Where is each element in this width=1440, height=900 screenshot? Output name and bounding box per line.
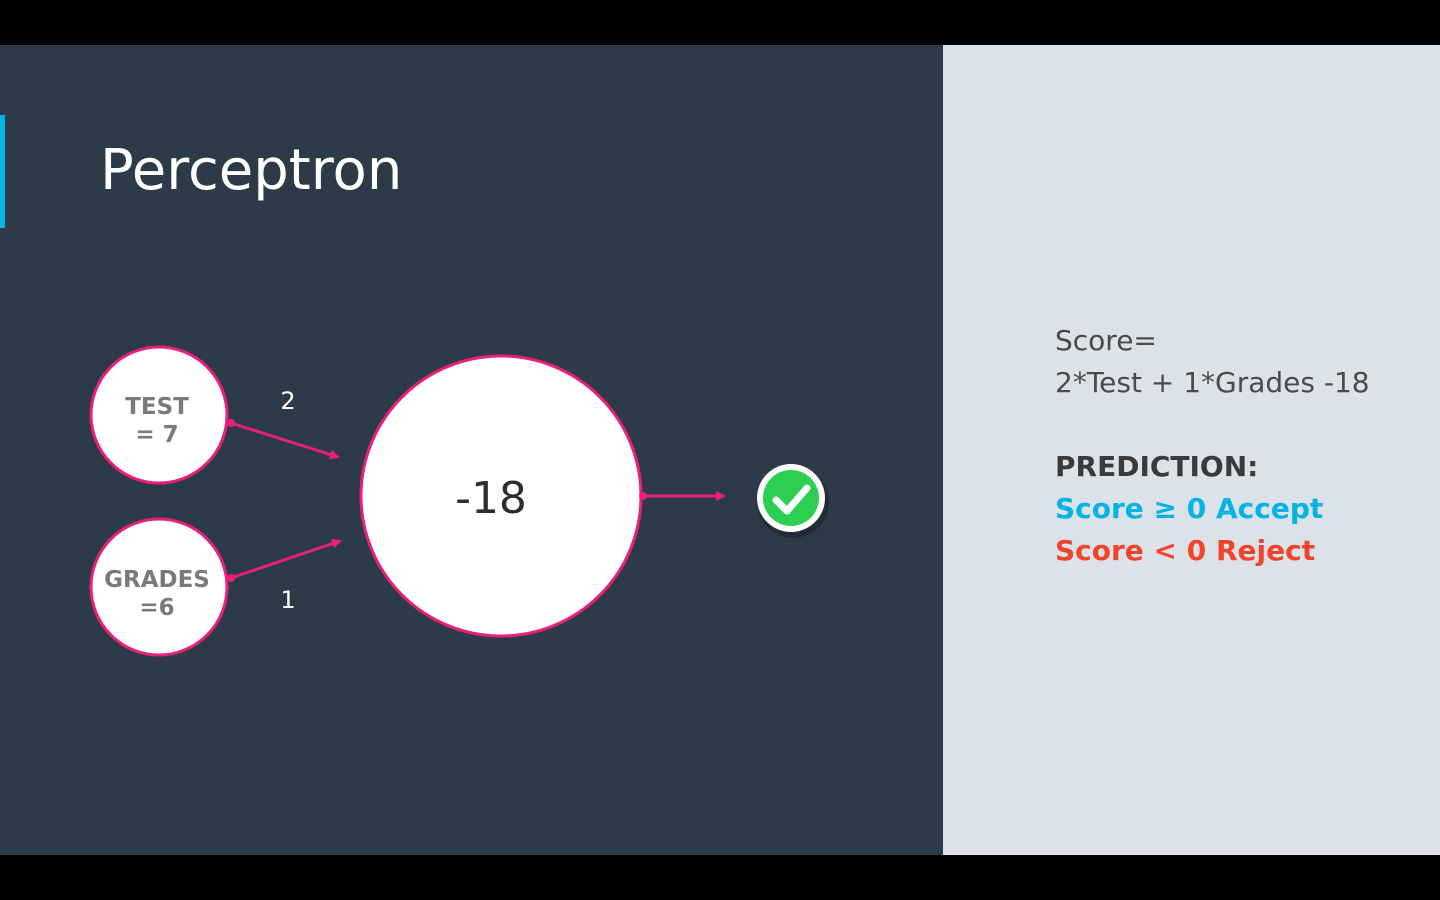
input-label-grades: GRADES (104, 567, 210, 593)
input-label-test: TEST (125, 394, 189, 420)
perceptron-node-value: -18 (455, 473, 527, 524)
prediction-accept: Score ≥ 0 Accept (1055, 492, 1324, 525)
formula-line-1: Score= (1055, 324, 1157, 357)
edge-grades-to-node (230, 538, 342, 580)
weight-label-grades: 1 (280, 586, 295, 614)
edge-test-to-node (230, 421, 340, 460)
prediction-reject: Score < 0 Reject (1055, 534, 1316, 567)
perceptron-diagram: TEST = 7 GRADES =6 2 1 -18 (89, 345, 829, 657)
input-value-grades: =6 (139, 595, 174, 621)
explanation-text: Score= 2*Test + 1*Grades -18 PREDICTION:… (1055, 320, 1370, 572)
check-circle-icon (757, 464, 829, 538)
explanation-panel: Score= 2*Test + 1*Grades -18 PREDICTION:… (943, 45, 1440, 855)
diagram-panel: Perceptron TEST = 7 GRADES =6 2 1 -18 (0, 45, 943, 855)
slide: Perceptron TEST = 7 GRADES =6 2 1 -18 Sc… (0, 45, 1440, 855)
formula-line-2: 2*Test + 1*Grades -18 (1055, 366, 1370, 399)
prediction-heading: PREDICTION: (1055, 450, 1259, 483)
input-value-test: = 7 (135, 422, 178, 448)
weight-label-test: 2 (280, 387, 295, 415)
